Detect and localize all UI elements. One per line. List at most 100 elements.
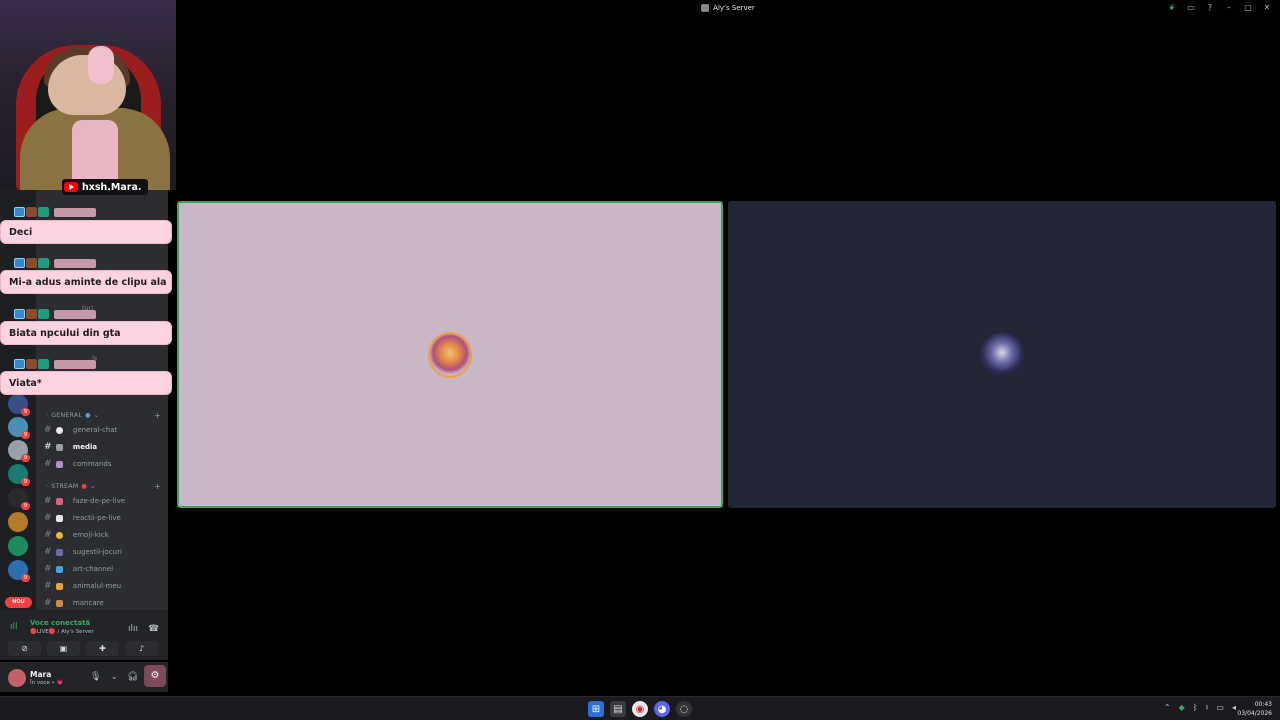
channel-general-chat[interactable]: # · general-chat xyxy=(44,423,117,437)
server-icon-6[interactable] xyxy=(8,512,28,532)
streamer-face xyxy=(48,55,126,115)
channel-faze-de-pe-live[interactable]: # · faze-de-pe-live xyxy=(44,494,125,508)
obs-icon[interactable]: ◌ xyxy=(676,701,692,717)
chevron-down-icon[interactable]: ⌄ xyxy=(110,672,118,682)
globe-icon: ● xyxy=(85,412,91,419)
channel-emoji-kick[interactable]: # · emoji-kick xyxy=(44,528,109,542)
server-icon-1[interactable]: 9 xyxy=(8,394,30,416)
help-icon[interactable]: ? xyxy=(1205,2,1215,14)
channel-reactii-pe-live[interactable]: # · reactii-pe-live xyxy=(44,511,121,525)
voice-status[interactable]: Voce conectată xyxy=(30,619,90,627)
signal-icon[interactable]: ıll xyxy=(10,622,18,632)
voice-location[interactable]: 🔴LIVE🔴 / Aly's Server xyxy=(30,629,94,635)
channel-label: reactii-pe-live xyxy=(72,514,121,522)
server-icon-3[interactable]: 9 xyxy=(8,440,30,462)
hash-icon: # xyxy=(44,530,52,540)
cat-icon xyxy=(56,582,63,590)
system-tray: ⌃ ◆ ᛒ ♮ ▭ ◂ xyxy=(1164,703,1236,712)
server-icon-4[interactable]: 9 xyxy=(8,464,30,486)
shield-icon[interactable]: ◆ xyxy=(1179,703,1185,712)
settings-gear-icon[interactable]: ⚙ xyxy=(144,665,166,687)
close-icon[interactable]: ✕ xyxy=(1262,2,1272,14)
add-channel-icon[interactable]: + xyxy=(154,482,161,491)
chevron-up-icon[interactable]: ⌃ xyxy=(1164,703,1171,712)
headphones-icon[interactable]: 🎧︎ xyxy=(127,672,138,682)
add-channel-icon[interactable]: + xyxy=(154,411,161,420)
channel-label: sugestii-jocuri xyxy=(72,548,122,556)
chat-username-blurred xyxy=(54,258,96,268)
minimize-icon[interactable]: – xyxy=(1224,2,1234,14)
activities-button[interactable]: ✚ xyxy=(86,641,119,656)
chat-message-text: Mi-a adus aminte de clipu ala xyxy=(9,276,167,288)
clock-date: 03/04/2026 xyxy=(1237,710,1272,717)
screen-share-button[interactable]: ▣ xyxy=(47,641,80,656)
server-icon-7[interactable] xyxy=(8,536,28,556)
voice-tile-speaking[interactable] xyxy=(177,201,723,508)
monitor-icon[interactable]: ▭ xyxy=(1216,703,1224,712)
category-label: · xyxy=(46,412,49,419)
camera-off-button[interactable]: ⊘ xyxy=(8,641,41,656)
windows-start-icon[interactable]: ⊞ xyxy=(588,701,604,717)
category-name: STREAM xyxy=(51,483,79,490)
soundboard-icon: ♪ xyxy=(138,644,145,653)
channel-media[interactable]: # · media xyxy=(44,440,97,454)
participant-avatar xyxy=(980,331,1024,378)
activities-icon: ✚ xyxy=(99,644,106,653)
tv-icon xyxy=(56,514,63,522)
clapper-icon xyxy=(56,497,63,505)
noise-suppression-icon[interactable]: ılıı xyxy=(128,624,138,634)
category-general[interactable]: · GENERAL ● ⌄ xyxy=(46,412,99,419)
separator-dot: · xyxy=(67,426,69,434)
leaf-icon[interactable]: ❦ xyxy=(1167,2,1177,14)
channel-sugestii-jocuri[interactable]: # · sugestii-jocuri xyxy=(44,545,122,559)
red-circle-icon: ● xyxy=(81,483,88,490)
chat-badges xyxy=(14,309,96,319)
server-badge: 9 xyxy=(21,478,30,486)
clock-time: 00:43 xyxy=(1254,701,1272,708)
soundboard-button[interactable]: ♪ xyxy=(125,641,158,656)
channel-label: media xyxy=(72,443,98,451)
server-badge: 9 xyxy=(21,454,30,462)
channel-animalul-meu[interactable]: # · animalul-meu xyxy=(44,579,121,593)
channel-label: commands xyxy=(72,460,112,468)
chevron-down-icon: ⌄ xyxy=(93,412,100,419)
gamepad-icon xyxy=(56,548,63,556)
maximize-icon[interactable]: □ xyxy=(1243,2,1253,14)
window-title-text: Aly's Server xyxy=(713,4,755,12)
file-explorer-icon[interactable]: ▤ xyxy=(610,701,626,717)
windows-taskbar: ⊞ ▤ ◉ ◕ ◌ ⌃ ◆ ᛒ ♮ ▭ ◂ 00:43 03/04/2026 xyxy=(0,696,1280,720)
server-icon-8[interactable]: 9 xyxy=(8,560,30,582)
bluetooth-icon[interactable]: ᛒ xyxy=(1193,703,1198,712)
chat-username-blurred xyxy=(54,309,96,319)
channel-label: general-chat xyxy=(72,426,118,434)
server-icon-5[interactable]: 9 xyxy=(8,488,30,510)
new-servers-badge[interactable]: NOU xyxy=(5,597,32,608)
separator-dot: · xyxy=(67,443,69,451)
microphone-icon[interactable]: 🎙︎ xyxy=(90,672,101,682)
disconnect-icon[interactable]: ☎ xyxy=(148,624,159,634)
headset xyxy=(88,46,114,84)
channel-mancare[interactable]: # · mancare xyxy=(44,596,104,610)
server-icon-2[interactable]: 9 xyxy=(8,417,30,439)
chat-username-blurred xyxy=(54,359,96,369)
server-badge: 9 xyxy=(21,431,30,439)
channel-label: emoji-kick xyxy=(72,531,109,539)
discord-icon[interactable]: ◕ xyxy=(654,701,670,717)
category-stream[interactable]: · STREAM ● ⌄ xyxy=(46,483,96,490)
smiley-icon xyxy=(56,531,63,539)
category-label: · xyxy=(46,483,49,490)
chrome-icon[interactable]: ◉ xyxy=(632,701,648,717)
avatar[interactable] xyxy=(8,669,26,687)
channel-commands[interactable]: # · commands xyxy=(44,457,112,471)
voice-tile[interactable] xyxy=(728,201,1276,508)
separator-dot: · xyxy=(67,531,69,539)
separator-dot: · xyxy=(67,599,69,607)
taskbar-clock[interactable]: 00:43 03/04/2026 xyxy=(1237,700,1272,718)
microphone-icon[interactable]: ♮ xyxy=(1206,703,1209,712)
chat-message-text: Deci xyxy=(9,226,33,238)
discord-window: Aly's Server ❦ ▭ ? – □ ✕ 9 9 9 9 9 9 NOU… xyxy=(0,0,1280,720)
channel-art-channel[interactable]: # · art-channel xyxy=(44,562,113,576)
speaker-icon[interactable]: ◂ xyxy=(1232,703,1236,712)
user-name[interactable]: Mara xyxy=(30,670,51,679)
inbox-icon[interactable]: ▭ xyxy=(1186,2,1196,14)
